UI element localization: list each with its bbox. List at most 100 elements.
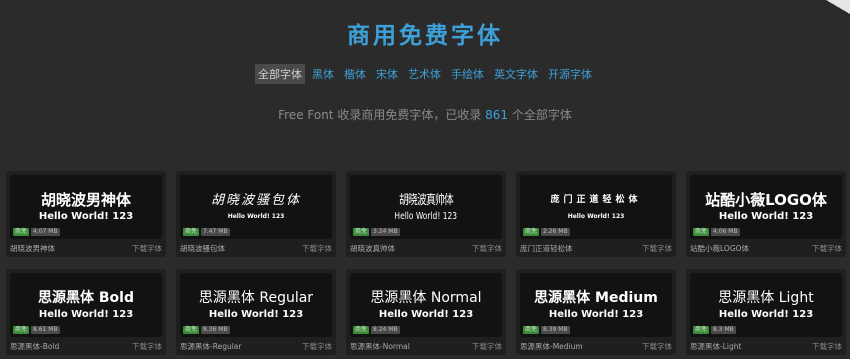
preview-font-name: 思源黑体 Regular: [198, 290, 314, 306]
font-label: 思源黑体-Regular: [180, 341, 242, 351]
free-badge: 商免: [693, 228, 710, 236]
font-label: 思源黑体-Light: [690, 341, 742, 351]
font-card[interactable]: 思源黑体 Bold Hello World! 123 商免 8.61 MB 思源…: [6, 269, 166, 355]
tab-handwriting[interactable]: 手绘体: [448, 64, 487, 84]
download-link[interactable]: 下载字体: [472, 243, 502, 254]
font-preview: 庞门正道轻松体 Hello World! 123 商免 2.26 MB: [520, 175, 672, 239]
font-preview: 站酷小薇LOGO体 Hello World! 123 商免 4.06 MB: [690, 175, 842, 239]
preview-hello: Hello World! 123: [718, 211, 814, 222]
free-badge: 商免: [353, 228, 370, 236]
preview-font-name: 思源黑体 Normal: [370, 290, 482, 306]
font-card[interactable]: 思源黑体 Medium Hello World! 123 商免 8.39 MB …: [516, 269, 676, 355]
font-grid: 胡晓波男神体 Hello World! 123 商免 4.07 MB 胡晓波男神…: [6, 171, 846, 355]
font-label: 思源黑体-Normal: [350, 341, 410, 351]
font-tags: 商免 4.06 MB: [693, 228, 740, 236]
download-link[interactable]: 下载字体: [472, 341, 502, 352]
font-card[interactable]: 思源黑体 Regular Hello World! 123 商免 8.36 MB…: [176, 269, 336, 355]
font-preview: 思源黑体 Light Hello World! 123 商免 8.3 MB: [690, 273, 842, 337]
font-card[interactable]: 庞门正道轻松体 Hello World! 123 商免 2.26 MB 庞门正道…: [516, 171, 676, 257]
card-meta: 思源黑体-Medium 下载字体: [520, 337, 672, 355]
preview-font-name: 思源黑体 Light: [718, 290, 814, 306]
preview-hello: Hello World! 123: [718, 309, 814, 320]
size-badge: 4.07 MB: [31, 228, 60, 236]
card-meta: 胡晓波骚包体 下载字体: [180, 239, 332, 257]
preview-font-name: 胡晓波男神体: [40, 191, 131, 209]
tab-kaiti[interactable]: 楷体: [341, 64, 369, 84]
font-preview: 胡晓波真帅体 Hello World! 123 商免 3.24 MB: [350, 175, 502, 239]
font-count: 861: [485, 108, 509, 122]
size-badge: 8.24 MB: [371, 326, 400, 334]
card-meta: 庞门正道轻松体 下载字体: [520, 239, 672, 257]
size-badge: 8.39 MB: [541, 326, 570, 334]
preview-hello: Hello World! 123: [394, 211, 458, 222]
download-link[interactable]: 下载字体: [132, 243, 162, 254]
free-badge: 商免: [183, 326, 200, 334]
corner-fold: [826, 0, 850, 14]
card-meta: 胡晓波真帅体 下载字体: [350, 239, 502, 257]
size-badge: 8.3 MB: [711, 326, 736, 334]
font-card[interactable]: 胡晓波真帅体 Hello World! 123 商免 3.24 MB 胡晓波真帅…: [346, 171, 506, 257]
tab-all[interactable]: 全部字体: [255, 64, 305, 84]
size-badge: 2.26 MB: [541, 228, 570, 236]
preview-hello: Hello World! 123: [378, 309, 474, 320]
preview-hello: Hello World! 123: [38, 211, 134, 222]
download-link[interactable]: 下载字体: [302, 341, 332, 352]
card-meta: 思源黑体-Regular 下载字体: [180, 337, 332, 355]
font-label: 庞门正道轻松体: [520, 243, 573, 253]
download-link[interactable]: 下载字体: [812, 243, 842, 254]
font-card[interactable]: 思源黑体 Light Hello World! 123 商免 8.3 MB 思源…: [686, 269, 846, 355]
preview-font-name: 胡晓波骚包体: [210, 193, 301, 208]
tab-opensource[interactable]: 开源字体: [545, 64, 595, 84]
font-preview: 胡晓波骚包体 Hello World! 123 商免 7.47 MB: [180, 175, 332, 239]
tab-english[interactable]: 英文字体: [491, 64, 541, 84]
card-meta: 思源黑体-Normal 下载字体: [350, 337, 502, 355]
font-preview: 胡晓波男神体 Hello World! 123 商免 4.07 MB: [10, 175, 162, 239]
font-tags: 商免 8.39 MB: [523, 326, 570, 334]
download-link[interactable]: 下载字体: [812, 341, 842, 352]
font-card[interactable]: 胡晓波骚包体 Hello World! 123 商免 7.47 MB 胡晓波骚包…: [176, 171, 336, 257]
subtitle: Free Font 收录商用免费字体，已收录 861 个全部字体: [0, 106, 850, 123]
preview-font-name: 站酷小薇LOGO体: [705, 191, 827, 209]
subtitle-suffix: 个全部字体: [508, 108, 572, 122]
size-badge: 8.36 MB: [201, 326, 230, 334]
font-label: 胡晓波男神体: [10, 243, 55, 253]
font-preview: 思源黑体 Normal Hello World! 123 商免 8.24 MB: [350, 273, 502, 337]
font-card[interactable]: 站酷小薇LOGO体 Hello World! 123 商免 4.06 MB 站酷…: [686, 171, 846, 257]
download-link[interactable]: 下载字体: [132, 341, 162, 352]
free-badge: 商免: [353, 326, 370, 334]
preview-hello: Hello World! 123: [38, 309, 134, 320]
tab-songti[interactable]: 宋体: [373, 64, 401, 84]
category-tabs: 全部字体 黑体 楷体 宋体 艺术体 手绘体 英文字体 开源字体: [0, 64, 850, 84]
download-link[interactable]: 下载字体: [642, 243, 672, 254]
size-badge: 4.06 MB: [711, 228, 740, 236]
font-tags: 商免 4.07 MB: [13, 228, 60, 236]
free-badge: 商免: [13, 326, 30, 334]
tab-art[interactable]: 艺术体: [405, 64, 444, 84]
preview-font-name: 庞门正道轻松体: [550, 195, 642, 205]
tab-heiti[interactable]: 黑体: [309, 64, 337, 84]
card-meta: 胡晓波男神体 下载字体: [10, 239, 162, 257]
font-tags: 商免 8.24 MB: [353, 326, 400, 334]
font-card[interactable]: 胡晓波男神体 Hello World! 123 商免 4.07 MB 胡晓波男神…: [6, 171, 166, 257]
free-badge: 商免: [523, 228, 540, 236]
free-badge: 商免: [13, 228, 30, 236]
size-badge: 3.24 MB: [371, 228, 400, 236]
font-card[interactable]: 思源黑体 Normal Hello World! 123 商免 8.24 MB …: [346, 269, 506, 355]
free-badge: 商免: [693, 326, 710, 334]
font-label: 胡晓波骚包体: [180, 243, 225, 253]
preview-font-name: 思源黑体 Bold: [38, 290, 134, 306]
font-preview: 思源黑体 Regular Hello World! 123 商免 8.36 MB: [180, 273, 332, 337]
download-link[interactable]: 下载字体: [302, 243, 332, 254]
font-tags: 商免 2.26 MB: [523, 228, 570, 236]
font-tags: 商免 7.47 MB: [183, 228, 230, 236]
download-link[interactable]: 下载字体: [642, 341, 672, 352]
subtitle-prefix: Free Font 收录商用免费字体，已收录: [278, 108, 486, 122]
size-badge: 8.61 MB: [31, 326, 60, 334]
free-badge: 商免: [183, 228, 200, 236]
page-title: 商用免费字体: [347, 23, 503, 49]
font-tags: 商免 3.24 MB: [353, 228, 400, 236]
preview-hello: Hello World! 123: [227, 213, 285, 220]
preview-hello: Hello World! 123: [208, 309, 304, 320]
preview-font-name: 胡晓波真帅体: [398, 193, 454, 208]
card-meta: 思源黑体-Bold 下载字体: [10, 337, 162, 355]
